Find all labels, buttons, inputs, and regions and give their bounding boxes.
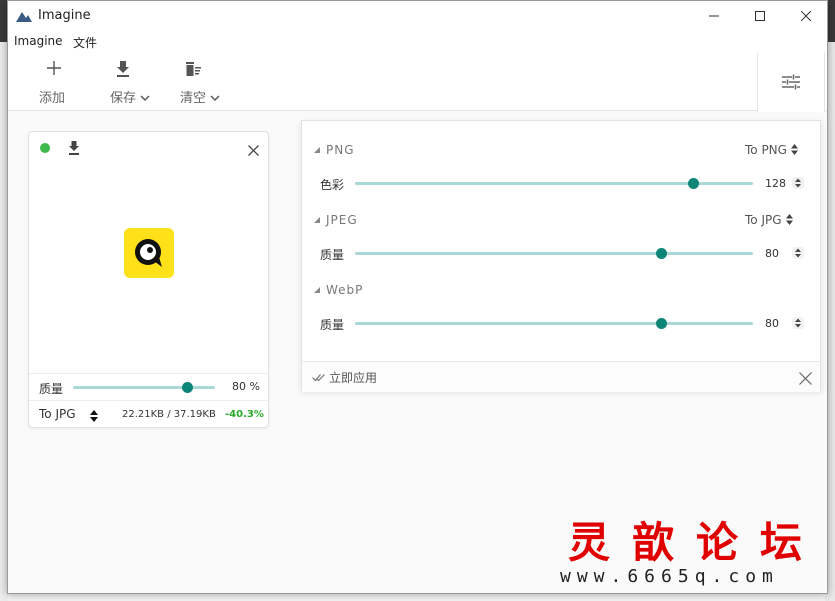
updown-arrows-icon bbox=[785, 214, 793, 225]
jpeg-target-select[interactable]: To JPG bbox=[745, 213, 793, 227]
minimize-icon bbox=[709, 15, 719, 17]
quality-label: 质量 bbox=[39, 382, 64, 396]
chevron-down-icon bbox=[210, 95, 220, 101]
png-color-slider[interactable] bbox=[355, 178, 753, 189]
webp-quality-slider-handle[interactable] bbox=[656, 318, 668, 329]
collapse-triangle-icon[interactable] bbox=[314, 147, 320, 153]
close-icon bbox=[248, 145, 259, 156]
clear-button[interactable]: 清空 bbox=[178, 59, 228, 107]
jpeg-quality-slider-handle[interactable] bbox=[656, 248, 668, 259]
format-select[interactable]: To JPG bbox=[39, 407, 76, 421]
menu-imagine[interactable]: Imagine bbox=[14, 34, 63, 48]
section-title-png: PNG bbox=[314, 143, 355, 157]
add-button[interactable]: 添加 bbox=[36, 59, 72, 107]
jpeg-quality-slider[interactable] bbox=[355, 248, 753, 259]
double-check-icon bbox=[312, 374, 325, 382]
download-icon bbox=[117, 61, 129, 77]
plus-icon bbox=[47, 61, 61, 75]
app-logo-icon bbox=[16, 12, 32, 22]
close-icon bbox=[799, 372, 812, 385]
maximize-icon bbox=[755, 11, 765, 21]
savings-badge: -40.3% bbox=[225, 409, 264, 420]
menu-bar: Imagine 文件 bbox=[8, 31, 827, 53]
maximize-button[interactable] bbox=[737, 1, 783, 31]
title-bar: Imagine bbox=[8, 1, 827, 31]
image-thumbnail[interactable] bbox=[124, 228, 174, 278]
save-button[interactable]: 保存 bbox=[108, 59, 158, 107]
download-icon bbox=[69, 141, 79, 155]
image-card: 质量 80 % To JPG 22.21KB / 37.19KB -40.3% bbox=[28, 131, 269, 428]
card-download-button[interactable] bbox=[68, 140, 80, 159]
trash-icon bbox=[186, 62, 201, 76]
settings-button[interactable] bbox=[757, 52, 825, 112]
png-color-label: 色彩 bbox=[320, 178, 345, 192]
apply-now-button[interactable]: 立即应用 bbox=[312, 369, 377, 386]
menu-file[interactable]: 文件 bbox=[73, 34, 97, 51]
number-spinner-icon[interactable] bbox=[792, 247, 804, 259]
quality-slider-handle[interactable] bbox=[181, 382, 193, 393]
number-spinner-icon[interactable] bbox=[792, 177, 804, 189]
add-label: 添加 bbox=[39, 91, 66, 106]
watermark-text: 灵歆论坛 bbox=[568, 518, 825, 567]
section-title-jpeg: JPEG bbox=[314, 213, 358, 227]
updown-arrows-icon[interactable] bbox=[90, 410, 98, 422]
quality-row: 质量 80 % bbox=[29, 373, 268, 400]
app-window: Imagine Imagine 文件 添加 保存 清空 质量 80 % To J… bbox=[7, 0, 828, 594]
clear-label: 清空 bbox=[180, 87, 220, 106]
app-icon-thumbnail bbox=[135, 239, 162, 267]
jpeg-quality-label: 质量 bbox=[320, 248, 345, 262]
toolbar: 添加 保存 清空 bbox=[8, 53, 827, 111]
webp-quality-value[interactable]: 80 bbox=[765, 317, 779, 330]
chevron-down-icon bbox=[140, 95, 150, 101]
close-icon bbox=[801, 11, 811, 21]
jpeg-quality-value[interactable]: 80 bbox=[765, 247, 779, 260]
webp-quality-slider[interactable] bbox=[355, 318, 753, 329]
sliders-icon bbox=[782, 74, 800, 90]
png-color-slider-handle[interactable] bbox=[688, 178, 700, 189]
number-spinner-icon[interactable] bbox=[792, 317, 804, 329]
watermark-url: www.6665q.com bbox=[560, 566, 779, 587]
app-title: Imagine bbox=[38, 8, 91, 23]
close-button[interactable] bbox=[783, 1, 829, 31]
minimize-button[interactable] bbox=[691, 1, 737, 31]
updown-arrows-icon bbox=[790, 144, 798, 155]
quality-value: 80 % bbox=[232, 380, 260, 393]
format-row: To JPG 22.21KB / 37.19KB -40.3% bbox=[29, 400, 268, 429]
png-color-value[interactable]: 128 bbox=[765, 177, 786, 190]
status-indicator bbox=[40, 143, 50, 153]
save-label: 保存 bbox=[110, 87, 150, 106]
collapse-triangle-icon[interactable] bbox=[314, 217, 320, 223]
file-size-text: 22.21KB / 37.19KB bbox=[122, 409, 216, 420]
panel-close-button[interactable] bbox=[799, 370, 812, 389]
collapse-triangle-icon[interactable] bbox=[314, 287, 320, 293]
webp-quality-label: 质量 bbox=[320, 318, 345, 332]
panel-footer: 立即应用 bbox=[302, 361, 820, 392]
settings-panel: PNG To PNG 色彩 128 JPEG To JPG 质量 80 WebP… bbox=[301, 120, 821, 392]
section-title-webp: WebP bbox=[314, 283, 363, 297]
png-target-select[interactable]: To PNG bbox=[745, 143, 798, 157]
card-close-button[interactable] bbox=[248, 141, 259, 160]
quality-slider[interactable] bbox=[73, 382, 215, 393]
